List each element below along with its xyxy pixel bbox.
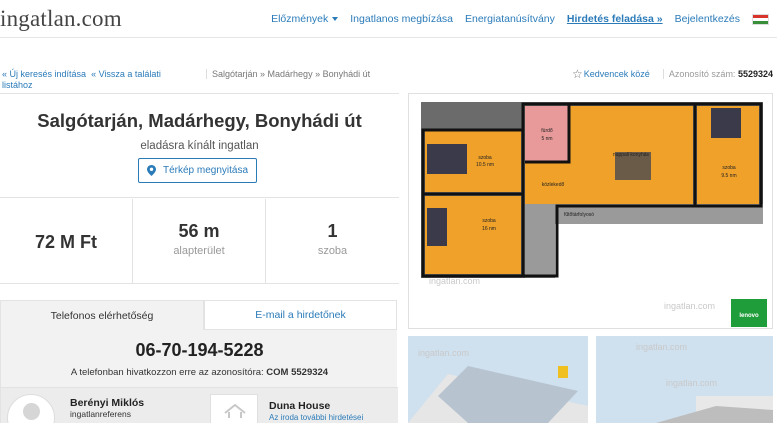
title-box: Salgótarján, Madárhegy, Bonyhádi út elad… — [0, 93, 399, 198]
main-listing-image[interactable]: ingatlan.com ingatlan.com ingatlan.com i… — [408, 93, 773, 329]
thumbnail-image[interactable]: ingatlan.com — [408, 336, 588, 423]
floorplan-image: ingatlan.com ingatlan.com ingatlan.com i… — [409, 94, 772, 328]
svg-text:10.5 nm: 10.5 nm — [476, 162, 494, 168]
floorplan-label: szoba — [478, 155, 492, 161]
listing-title: Salgótarján, Madárhegy, Bonyhádi út — [37, 110, 362, 131]
svg-text:fürdő: fürdő — [541, 128, 553, 134]
top-nav: Előzmények Ingatlanos megbízása Energiat… — [259, 13, 769, 25]
thumbnail-image[interactable]: ingatlan.com ingatlan.com — [596, 336, 773, 423]
agent-name: Berényi Miklós — [70, 397, 145, 409]
area-value: 56 m — [178, 221, 220, 241]
reference-text: A telefonban hivatkozzon erre az azonosí… — [70, 367, 264, 378]
agency-listings-link[interactable]: Az iroda további hirdetései — [269, 413, 363, 422]
location-breadcrumb: Salgótarján » Madárhegy » Bonyhádi út — [206, 69, 370, 79]
price-value: 72 M Ft — [34, 232, 97, 252]
listing-id-value: 5529324 — [737, 69, 773, 79]
nav-energy-cert[interactable]: Energiatanúsítvány — [465, 13, 555, 25]
key-stats: 72 M Ft 56 m alapterület 1 szoba — [0, 199, 399, 284]
svg-text:fűtőtárfolyosó: fűtőtárfolyosó — [564, 212, 594, 218]
top-bar: ingatlan.com Előzmények Ingatlanos megbí… — [0, 0, 777, 38]
nav-history[interactable]: Előzmények — [271, 13, 339, 25]
add-favorite-label: Kedvencek közé — [583, 69, 650, 79]
listing-subtitle: eladásra kínált ingatlan — [140, 140, 259, 152]
svg-text:szoba: szoba — [482, 218, 496, 224]
agent-role: ingatlanreferens — [70, 409, 131, 419]
rooms-value: 1 — [327, 221, 338, 241]
phone-number[interactable]: 06-70-194-5228 — [1, 340, 398, 361]
svg-text:5 nm: 5 nm — [541, 136, 552, 142]
language-flag-icon[interactable] — [752, 13, 769, 25]
new-search-link[interactable]: « Új keresés indítása — [2, 69, 86, 79]
agent-row: Berényi Miklós ingatlanreferens Duna Hou… — [1, 387, 398, 423]
nav-login[interactable]: Bejelentkezés — [675, 13, 740, 25]
tab-phone[interactable]: Telefonos elérhetőség — [0, 300, 204, 330]
area-label: alapterület — [173, 245, 225, 257]
svg-text:szoba: szoba — [722, 165, 736, 171]
tab-email[interactable]: E-mail a hirdetőnek — [204, 300, 397, 330]
reference-note: A telefonban hivatkozzon erre az azonosí… — [1, 367, 398, 378]
open-map-button[interactable]: Térkép megnyitása — [138, 158, 257, 183]
svg-text:ingatlan.com: ingatlan.com — [418, 348, 469, 358]
svg-text:ingatlan.com: ingatlan.com — [664, 301, 715, 311]
reference-code: COM 5529324 — [266, 367, 329, 378]
rooms-label: szoba — [317, 245, 348, 257]
svg-text:közlekedő: közlekedő — [542, 182, 565, 188]
svg-text:ingatlan.com: ingatlan.com — [636, 342, 687, 352]
chevron-down-icon — [332, 17, 339, 22]
listing-info-panel: Salgótarján, Madárhegy, Bonyhádi út elad… — [0, 93, 399, 423]
agency-logo[interactable] — [210, 394, 258, 423]
site-logo[interactable]: ingatlan.com — [0, 6, 122, 32]
listing-id-label: Azonosító szám: — [668, 69, 736, 79]
nav-post-ad[interactable]: Hirdetés feladása » — [567, 13, 663, 25]
svg-text:ingatlan.com: ingatlan.com — [666, 378, 717, 388]
open-map-label: Térkép megnyitása — [162, 165, 249, 176]
svg-text:lenovo: lenovo — [739, 313, 759, 319]
add-favorite-button[interactable]: ☆ Kedvencek közé — [572, 66, 650, 81]
contact-panel: 06-70-194-5228 A telefonban hivatkozzon … — [0, 330, 398, 423]
svg-text:nappali konyhás: nappali konyhás — [613, 152, 650, 158]
svg-text:9.5 nm: 9.5 nm — [721, 173, 736, 179]
map-pin-icon — [146, 165, 156, 176]
house-icon — [224, 404, 246, 418]
avatar — [7, 394, 55, 423]
area-stat: 56 m alapterület — [133, 199, 266, 284]
contact-tabs: Telefonos elérhetőség E-mail a hirdetőne… — [0, 300, 399, 330]
agency-name[interactable]: Duna House — [269, 400, 330, 412]
render-thumbnail: ingatlan.com ingatlan.com — [596, 336, 773, 423]
star-icon: ☆ — [572, 66, 583, 81]
nav-hire-agent[interactable]: Ingatlanos megbízása — [350, 13, 453, 25]
rooms-stat: 1 szoba — [266, 199, 399, 284]
render-thumbnail: ingatlan.com — [408, 336, 588, 423]
price-stat: 72 M Ft — [0, 199, 133, 284]
svg-text:16 nm: 16 nm — [482, 226, 496, 232]
listing-id: Azonosító szám: 5529324 — [662, 69, 773, 79]
back-links: « Új keresés indítása « Vissza a találat… — [2, 69, 192, 91]
